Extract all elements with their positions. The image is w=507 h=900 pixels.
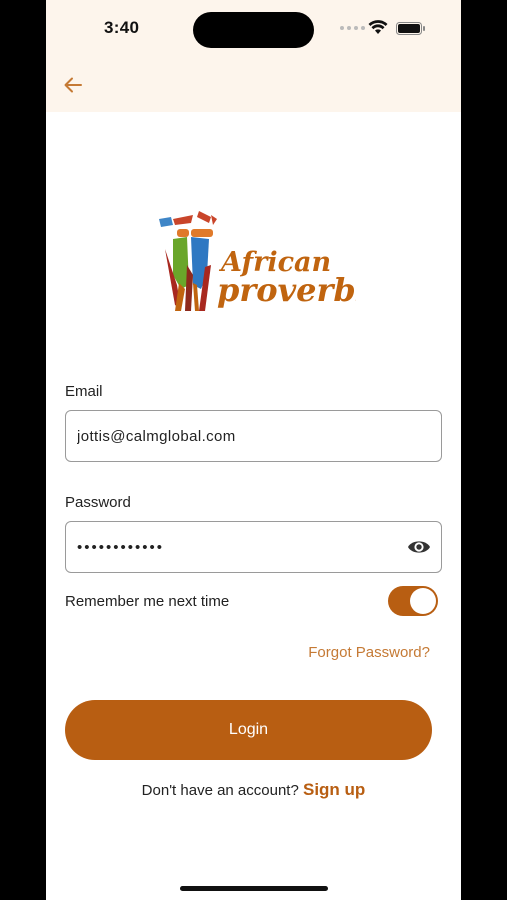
email-field[interactable]	[77, 411, 397, 461]
password-label: Password	[65, 494, 131, 511]
toggle-knob	[410, 588, 436, 614]
cellular-signal-icon	[340, 26, 365, 30]
status-time: 3:40	[104, 18, 140, 37]
email-field-container	[65, 410, 442, 462]
password-field-container	[65, 521, 442, 573]
password-field[interactable]	[77, 522, 397, 572]
home-indicator[interactable]	[180, 886, 328, 891]
signup-link[interactable]: Sign up	[303, 780, 365, 799]
remember-me-label: Remember me next time	[65, 593, 230, 610]
phone-screen: 3:40 African proverb Email jottis@calmgl…	[46, 0, 461, 900]
wifi-icon	[368, 20, 388, 34]
forgot-password-link[interactable]: Forgot Password?	[308, 644, 430, 661]
eye-icon[interactable]	[407, 536, 431, 558]
header-area: 3:40	[46, 0, 461, 112]
login-button[interactable]: Login	[65, 700, 432, 760]
email-label: Email	[65, 383, 103, 400]
remember-me-toggle[interactable]	[388, 586, 438, 616]
status-icons	[340, 18, 430, 38]
signup-prompt: Don't have an account?	[141, 782, 303, 799]
african-proverbs-logo: African proverbs	[159, 211, 356, 311]
logo-line2: proverbs	[217, 271, 356, 309]
battery-icon	[396, 22, 425, 35]
back-arrow-icon[interactable]	[62, 74, 84, 96]
dynamic-island	[193, 12, 314, 48]
signup-row: Don't have an account? Sign up	[46, 780, 461, 800]
